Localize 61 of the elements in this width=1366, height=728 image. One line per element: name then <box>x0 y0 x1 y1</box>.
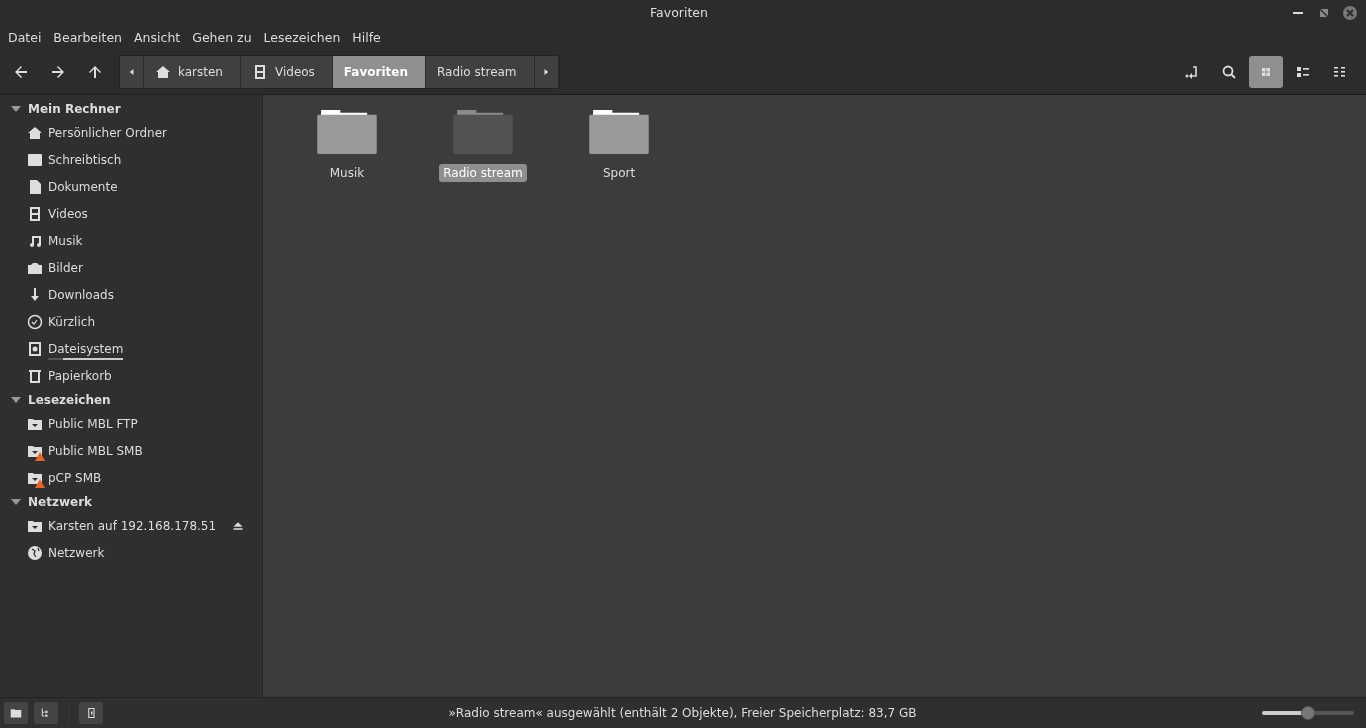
clock-icon <box>27 313 43 330</box>
sidebar-item[interactable]: Videos <box>0 200 262 227</box>
sidebar-item[interactable]: pCP SMB <box>0 464 262 491</box>
sidebar-item[interactable]: Netzwerk <box>0 539 262 566</box>
film-icon <box>27 205 43 222</box>
panel-icon <box>85 707 97 719</box>
window-title: Favoriten <box>649 5 709 20</box>
sidebar-item[interactable]: Dokumente <box>0 173 262 200</box>
sidebar-item[interactable]: Papierkorb <box>0 362 262 389</box>
house-icon <box>155 64 171 80</box>
zoom-slider[interactable] <box>1262 706 1354 720</box>
desktop-icon <box>27 151 43 168</box>
file-name[interactable]: Musik <box>325 164 369 182</box>
up-arrow-icon <box>87 64 103 80</box>
sidebar-item[interactable]: Karsten auf 192.168.178.51 <box>0 512 262 539</box>
close-button[interactable] <box>1342 4 1358 21</box>
places-button[interactable] <box>4 702 28 724</box>
document-icon <box>27 178 43 195</box>
film-icon <box>252 64 268 80</box>
tree-button[interactable] <box>34 702 58 724</box>
section-header[interactable]: Netzwerk <box>0 491 262 512</box>
trash-icon <box>27 367 43 384</box>
sidebar-item[interactable]: Schreibtisch <box>0 146 262 173</box>
search-icon <box>1221 64 1237 80</box>
expander-icon <box>11 498 21 505</box>
expander-icon <box>11 396 21 403</box>
globe-icon <box>27 544 43 561</box>
drive-icon <box>27 340 43 357</box>
file-name[interactable]: Sport <box>598 164 640 182</box>
sidebar-item[interactable]: Public MBL FTP <box>0 410 262 437</box>
scroll-left-button[interactable] <box>120 56 144 88</box>
slider-thumb[interactable] <box>1301 706 1315 720</box>
sidebar-item[interactable]: Bilder <box>0 254 262 281</box>
menu-item[interactable]: Lesezeichen <box>257 30 347 45</box>
menu-item[interactable]: Gehen zu <box>186 30 258 45</box>
section-header[interactable]: Mein Rechner <box>0 98 262 119</box>
folder-icon <box>10 707 22 719</box>
house-icon <box>27 124 43 141</box>
status-text: »Radio stream« ausgewählt (enthält 2 Objekte), Freier Speicherplatz: 83,7 GB <box>447 706 918 720</box>
folder-icon[interactable] <box>316 107 378 155</box>
close-icon <box>1342 4 1358 21</box>
sidebar-item[interactable]: Persönlicher Ordner <box>0 119 262 146</box>
compact-list-icon <box>1332 64 1348 80</box>
section-header[interactable]: Lesezeichen <box>0 389 262 410</box>
sidebar-item[interactable]: Downloads <box>0 281 262 308</box>
return-arrow-icon <box>1184 64 1200 80</box>
sidebar-toggle-button[interactable] <box>79 702 103 724</box>
expander-icon <box>11 105 21 112</box>
menu-item[interactable]: Ansicht <box>128 30 187 45</box>
sidebar-item[interactable]: Musik <box>0 227 262 254</box>
back-arrow-icon <box>13 64 29 80</box>
folder-icon[interactable] <box>588 107 650 155</box>
menu-item[interactable]: Hilfe <box>346 30 387 45</box>
sidebar-item[interactable]: Dateisystem <box>0 335 262 362</box>
sidebar-item[interactable]: Kürzlich <box>0 308 262 335</box>
menu-item[interactable]: Datei <box>2 30 48 45</box>
sidebar-item[interactable]: Public MBL SMB <box>0 437 262 464</box>
menu-item[interactable]: Bearbeiten <box>47 30 129 45</box>
forward-arrow-icon <box>50 64 66 80</box>
list-icon <box>1295 64 1311 80</box>
minimize-icon <box>1293 11 1303 14</box>
